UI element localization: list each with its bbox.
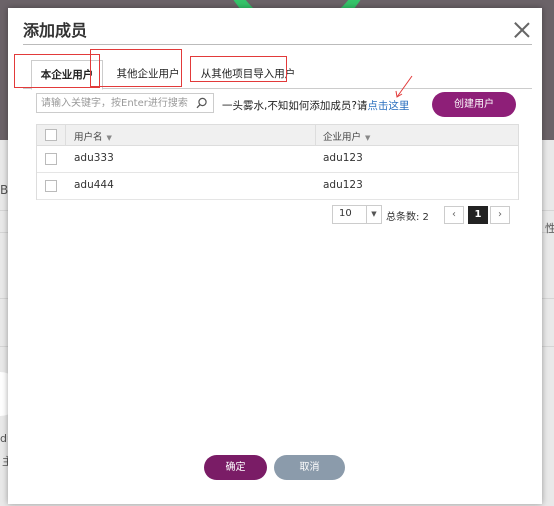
confirm-button[interactable]: 确定	[204, 455, 267, 480]
page-size-select[interactable]: 10 ▼	[332, 205, 382, 224]
current-page-button[interactable]: 1	[468, 206, 488, 224]
row-checkbox[interactable]	[45, 153, 57, 165]
help-message: 一头雾水,不知如何添加成员?请	[222, 100, 368, 112]
search-input[interactable]	[41, 96, 191, 110]
column-header-enterprise[interactable]: 企业用户 ▼	[323, 129, 370, 143]
tab-bar: 本企业用户 其他企业用户 从其他项目导入用户	[23, 48, 532, 90]
prev-page-button[interactable]: ‹	[444, 206, 464, 224]
search-box	[36, 93, 214, 113]
chevron-down-icon[interactable]: ▼	[366, 206, 381, 223]
annotation-arrow-icon	[395, 75, 413, 98]
tab-other-enterprise-users[interactable]: 其他企业用户	[107, 60, 189, 88]
create-user-button[interactable]: 创建用户	[432, 92, 516, 117]
column-divider	[315, 125, 316, 145]
total-count: 总条数: 2	[386, 212, 429, 223]
column-label: 企业用户	[323, 132, 362, 143]
add-member-dialog: 添加成员 本企业用户 其他企业用户 从其他项目导入用户 一头雾水,不知如何添加成…	[8, 8, 542, 504]
column-header-username[interactable]: 用户名 ▼	[74, 129, 112, 143]
dialog-title: 添加成员	[23, 21, 88, 40]
tab-this-enterprise-users[interactable]: 本企业用户	[31, 60, 103, 90]
cell-username: adu333	[74, 152, 114, 164]
table-row[interactable]: adu444 adu123	[37, 173, 518, 200]
column-divider	[65, 125, 66, 145]
cell-username: adu444	[74, 179, 114, 191]
next-page-button[interactable]: ›	[490, 206, 510, 224]
row-checkbox[interactable]	[45, 180, 57, 192]
table-header: 用户名 ▼ 企业用户 ▼	[37, 125, 518, 146]
search-icon[interactable]	[196, 97, 208, 109]
column-label: 用户名	[74, 132, 103, 143]
user-table: 用户名 ▼ 企业用户 ▼ adu333 adu123 adu444 adu123	[36, 124, 519, 200]
background-text: 性	[545, 222, 554, 235]
sort-icon: ▼	[365, 134, 371, 142]
tab-import-from-other-project[interactable]: 从其他项目导入用户	[193, 60, 303, 88]
cell-enterprise: adu123	[323, 179, 363, 191]
table-row[interactable]: adu333 adu123	[37, 146, 518, 173]
title-divider	[23, 44, 532, 45]
cancel-button[interactable]: 取消	[274, 455, 345, 480]
help-text: 一头雾水,不知如何添加成员?请点击这里	[222, 98, 409, 113]
page-size-value: 10	[339, 208, 352, 219]
select-all-checkbox[interactable]	[45, 129, 57, 141]
cell-enterprise: adu123	[323, 152, 363, 164]
close-icon[interactable]	[513, 21, 531, 39]
sort-icon: ▼	[106, 134, 112, 142]
